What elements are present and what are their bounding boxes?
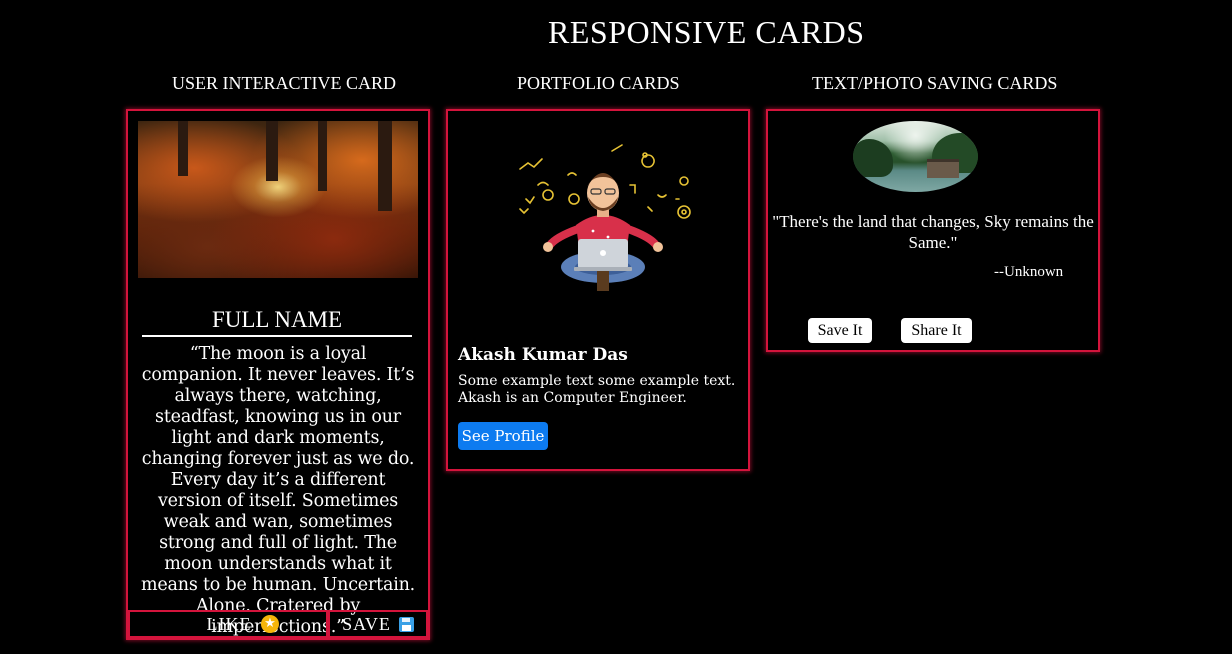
portfolio-card: Akash Kumar Das Some example text some e…: [446, 109, 750, 471]
saving-card: "There's the land that changes, Sky rema…: [766, 109, 1100, 352]
portfolio-text: Some example text some example text. Aka…: [458, 373, 736, 406]
user-interactive-card: FULL NAME “The moon is a loyal companion…: [126, 109, 430, 640]
like-button[interactable]: LIKE ★: [128, 610, 328, 638]
portfolio-heading: PORTFOLIO CARDS: [517, 73, 680, 93]
portfolio-name: Akash Kumar Das: [458, 345, 628, 365]
star-icon: ★: [261, 615, 280, 633]
card-actions: LIKE ★ SAVE: [128, 610, 428, 638]
user-quote: “The moon is a loyal companion. It never…: [140, 344, 416, 637]
like-label: LIKE: [206, 613, 252, 634]
page-title: RESPONSIVE CARDS: [548, 14, 865, 50]
full-name: FULL NAME: [142, 307, 412, 337]
floppy-disk-icon: [398, 616, 414, 632]
save-it-button[interactable]: Save It: [808, 318, 872, 343]
see-profile-button[interactable]: See Profile: [458, 422, 548, 450]
share-it-button[interactable]: Share It: [901, 318, 972, 343]
save-label: SAVE: [342, 613, 391, 634]
saving-quote: "There's the land that changes, Sky rema…: [772, 212, 1094, 252]
saving-heading: TEXT/PHOTO SAVING CARDS: [812, 73, 1058, 93]
developer-meditating-illustration: [519, 144, 691, 291]
save-button[interactable]: SAVE: [328, 610, 428, 638]
quote-author: --Unknown: [994, 264, 1064, 280]
river-landscape-photo: [853, 121, 978, 192]
user-card-heading: USER INTERACTIVE CARD: [172, 73, 396, 93]
autumn-forest-photo: [138, 121, 418, 278]
